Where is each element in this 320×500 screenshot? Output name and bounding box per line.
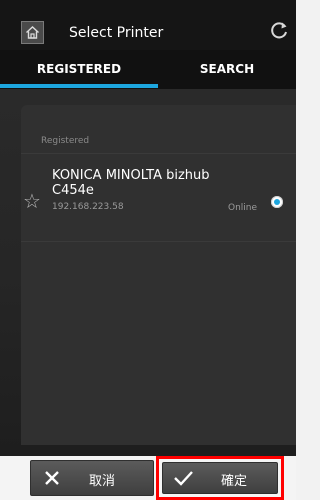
confirm-button[interactable]: 確定	[162, 462, 278, 494]
cancel-button[interactable]: 取消	[30, 460, 154, 496]
printer-status: Online	[228, 203, 258, 213]
star-outline-icon[interactable]: ☆	[23, 191, 41, 211]
page-title: Select Printer	[69, 25, 164, 41]
home-button[interactable]	[21, 21, 44, 44]
divider	[21, 241, 296, 242]
printer-ip: 192.168.223.58	[52, 202, 124, 212]
home-icon	[26, 26, 39, 39]
confirm-label: 確定	[221, 474, 248, 489]
bottom-bar: 取消 確定	[0, 456, 296, 500]
cancel-label: 取消	[89, 474, 116, 489]
active-tab-indicator	[0, 84, 158, 88]
registered-panel: Registered ☆ KONICA MINOLTA bizhub C454e…	[21, 105, 296, 445]
refresh-icon[interactable]	[268, 20, 290, 42]
printer-name: KONICA MINOLTA bizhub C454e	[52, 168, 210, 198]
app: Select Printer REGISTERED SEARCH Registe…	[0, 0, 296, 500]
printer-radio-selected[interactable]	[271, 196, 283, 208]
top-bar: Select Printer	[0, 0, 296, 50]
printer-list-area: Registered ☆ KONICA MINOLTA bizhub C454e…	[0, 89, 296, 456]
x-icon	[45, 471, 59, 485]
tab-search[interactable]: SEARCH	[158, 50, 296, 89]
checkmark-icon	[174, 471, 193, 486]
printer-item[interactable]: ☆ KONICA MINOLTA bizhub C454e 192.168.22…	[21, 153, 296, 241]
section-label: Registered	[41, 136, 90, 146]
